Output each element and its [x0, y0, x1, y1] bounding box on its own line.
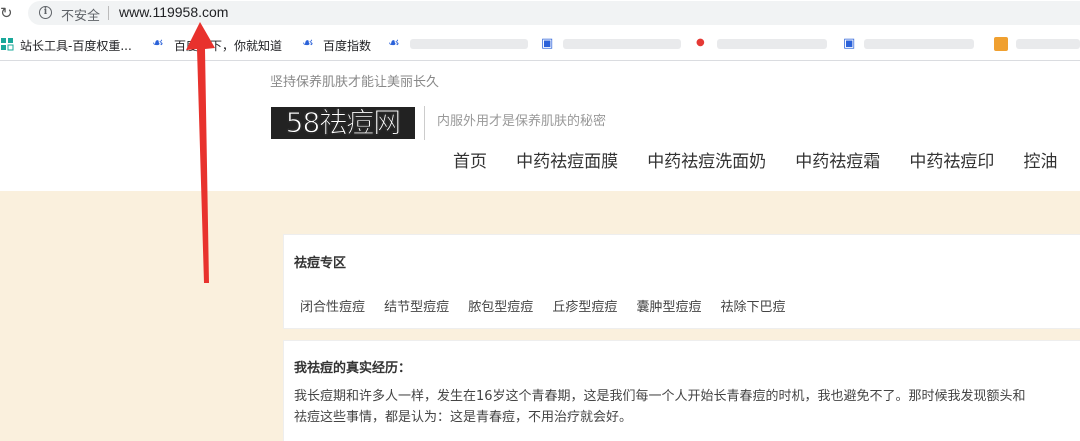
experience-text-cont: 祛痘这些事情，都是认为：这是青春痘，不用治疗就会好。 [294, 410, 633, 425]
bookmarks-bar: 站长工具-百度权重... ☙ 百度一下，你就知道 ☙ 百度指数 ☙ ▣ ● ▣ [0, 28, 1080, 61]
bookmark-blurred[interactable] [864, 39, 974, 49]
tag-pustular[interactable]: 脓包型痘痘 [468, 296, 533, 315]
tag-cystic[interactable]: 囊肿型痘痘 [636, 296, 701, 315]
baidu-paw-icon: ☙ [302, 36, 314, 51]
nav-oil-control[interactable]: 控油 [1023, 147, 1057, 172]
address-separator [108, 6, 109, 20]
nav-mask[interactable]: 中药祛痘面膜 [516, 147, 618, 172]
acne-zone-title: 祛痘专区 [294, 256, 347, 271]
experience-title: 我祛痘的真实经历： [294, 361, 412, 376]
address-bar-row: ↻ i 不安全 www.119958.com [0, 0, 1080, 28]
reload-icon[interactable]: ↻ [0, 4, 13, 22]
url-text[interactable]: www.119958.com [119, 4, 228, 20]
bookmark-folder-icon [994, 37, 1008, 51]
experience-panel: 我祛痘的真实经历： 我长痘期和许多人一样，发生在16岁这个青春期，这是我们每一个… [283, 340, 1080, 441]
bookmark-blurred[interactable] [410, 39, 528, 49]
nav-cream[interactable]: 中药祛痘霜 [795, 147, 880, 172]
nav-home[interactable]: 首页 [453, 147, 487, 172]
bookmark-baidu-index[interactable]: 百度指数 [323, 37, 371, 54]
info-icon[interactable]: i [39, 6, 52, 19]
baidu-paw-icon: ☙ [388, 36, 400, 51]
address-bar[interactable]: i 不安全 www.119958.com [28, 1, 1080, 25]
logo-divider [424, 106, 425, 140]
tag-nodular[interactable]: 结节型痘痘 [384, 296, 449, 315]
baidu-paw-icon: ☙ [152, 36, 164, 51]
experience-text: 我长痘期和许多人一样，发生在16岁这个青春期，这是我们每一个人开始长青春痘的时机… [294, 389, 1026, 404]
main-content: 祛痘专区 闭合性痘痘 结节型痘痘 脓包型痘痘 丘疹型痘痘 囊肿型痘痘 祛除下巴痘… [0, 191, 1080, 441]
bookmark-icon: ▣ [541, 36, 554, 51]
site-tools-icon [1, 38, 14, 51]
bookmark-blurred[interactable] [1016, 39, 1080, 49]
tag-chin-acne[interactable]: 祛除下巴痘 [721, 296, 786, 315]
bookmark-site-tools[interactable]: 站长工具-百度权重... [20, 37, 132, 54]
bookmark-blurred[interactable] [563, 39, 681, 49]
security-label[interactable]: 不安全 [61, 5, 100, 24]
experience-paragraph: 我长痘期和许多人一样，发生在16岁这个青春期，这是我们每一个人开始长青春痘的时机… [294, 386, 1080, 428]
acne-type-tags: 闭合性痘痘 结节型痘痘 脓包型痘痘 丘疹型痘痘 囊肿型痘痘 祛除下巴痘 [300, 296, 800, 315]
google-icon: ● [696, 37, 705, 48]
nav-acne-marks[interactable]: 中药祛痘印 [909, 147, 994, 172]
tagline: 内服外用才是保养肌肤的秘密 [437, 114, 607, 129]
bookmark-blurred[interactable] [717, 39, 827, 49]
acne-zone-panel: 祛痘专区 闭合性痘痘 结节型痘痘 脓包型痘痘 丘疹型痘痘 囊肿型痘痘 祛除下巴痘 [283, 234, 1080, 329]
tag-closed-comedones[interactable]: 闭合性痘痘 [300, 296, 365, 315]
main-nav: 首页 中药祛痘面膜 中药祛痘洗面奶 中药祛痘霜 中药祛痘印 控油 [453, 147, 1080, 173]
site-logo[interactable]: 58祛痘网 [271, 106, 415, 140]
tag-papular[interactable]: 丘疹型痘痘 [552, 296, 617, 315]
logo-text: 58祛痘网 [285, 106, 402, 140]
bookmark-baidu[interactable]: 百度一下，你就知道 [174, 37, 282, 54]
top-slogan: 坚持保养肌肤才能让美丽长久 [270, 75, 440, 90]
nav-cleanser[interactable]: 中药祛痘洗面奶 [647, 147, 766, 172]
site-header: 坚持保养肌肤才能让美丽长久 58祛痘网 内服外用才是保养肌肤的秘密 首页 中药祛… [0, 61, 1080, 191]
bookmark-icon: ▣ [843, 36, 856, 51]
